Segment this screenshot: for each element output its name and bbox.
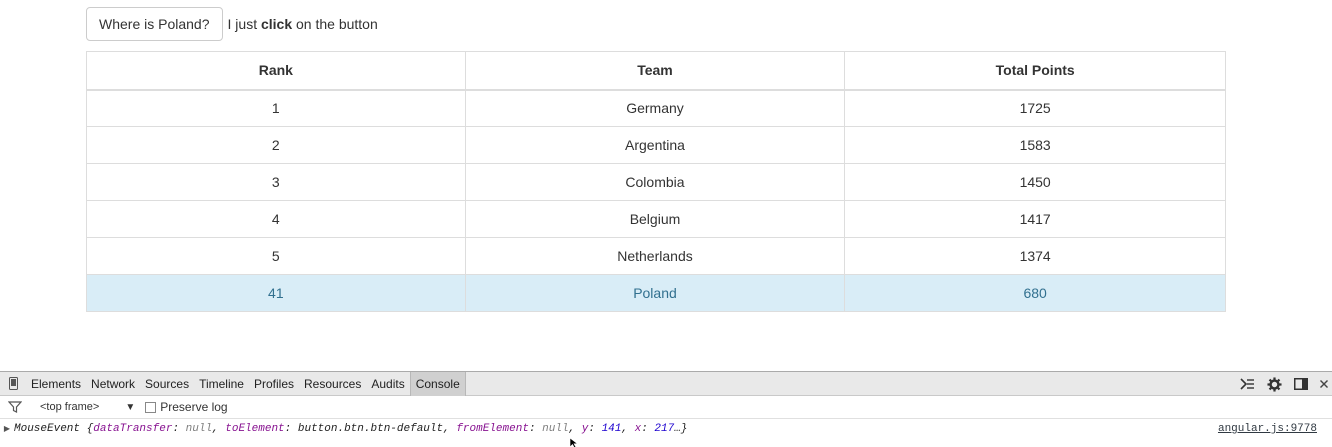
log-prefix: MouseEvent { xyxy=(14,423,94,435)
cell-team: Germany xyxy=(464,89,846,127)
dock-icon[interactable] xyxy=(1294,378,1308,390)
log-key: toElement xyxy=(225,423,285,435)
log-key: y xyxy=(581,423,589,435)
hint-text: I just click on the button xyxy=(228,16,378,32)
cell-points: 1374 xyxy=(844,237,1226,275)
console-filter-bar: <top frame> ▼ Preserve log xyxy=(0,396,1332,419)
page-top: Where is Poland? I just click on the but… xyxy=(86,7,378,41)
log-key: dataTransfer xyxy=(93,423,173,435)
cell-rank: 2 xyxy=(86,126,466,164)
devtools-toolbar: Elements Network Sources Timeline Profil… xyxy=(0,371,1332,396)
tab-profiles[interactable]: Profiles xyxy=(249,372,299,396)
table-row: 4 Belgium 1417 xyxy=(86,200,1226,238)
log-value: null xyxy=(542,423,569,435)
console-log-entry[interactable]: ▶ MouseEvent {dataTransfer: null, toElem… xyxy=(0,419,1332,439)
preserve-log-checkbox[interactable] xyxy=(145,401,157,413)
cell-points: 1450 xyxy=(844,163,1226,201)
table-row: 1 Germany 1725 xyxy=(86,89,1226,127)
close-icon[interactable] xyxy=(1320,380,1328,388)
frame-select[interactable]: <top frame> xyxy=(40,401,99,413)
tab-network[interactable]: Network xyxy=(86,372,140,396)
cell-rank: 1 xyxy=(86,89,466,127)
log-value: 141 xyxy=(601,423,622,435)
tab-resources[interactable]: Resources xyxy=(299,372,366,396)
hint-suffix: on the button xyxy=(296,16,378,32)
cell-rank: 5 xyxy=(86,237,466,275)
devtools-panel: Elements Network Sources Timeline Profil… xyxy=(0,371,1332,447)
devtools-right-controls xyxy=(1240,372,1328,396)
tab-timeline[interactable]: Timeline xyxy=(194,372,249,396)
cell-points: 1583 xyxy=(844,126,1226,164)
table-row: 2 Argentina 1583 xyxy=(86,126,1226,164)
cell-team: Argentina xyxy=(464,126,846,164)
cell-rank: 41 xyxy=(86,274,466,312)
header-rank: Rank xyxy=(86,51,466,91)
mouse-cursor-icon xyxy=(570,438,579,447)
log-suffix: …} xyxy=(674,423,688,435)
log-source-link[interactable]: angular.js:9778 xyxy=(1218,423,1317,435)
preserve-log-label: Preserve log xyxy=(160,400,228,414)
console-drawer-icon[interactable] xyxy=(1240,378,1255,390)
log-value: button.btn.btn-default xyxy=(297,423,444,435)
cell-points: 680 xyxy=(844,274,1226,312)
dropdown-arrow-icon[interactable]: ▼ xyxy=(125,402,135,413)
log-value: null xyxy=(185,423,213,435)
table-row: 3 Colombia 1450 xyxy=(86,163,1226,201)
cell-points: 1725 xyxy=(844,89,1226,127)
cell-team: Netherlands xyxy=(464,237,846,275)
log-message: MouseEvent {dataTransfer: null, toElemen… xyxy=(14,423,688,435)
cell-rank: 4 xyxy=(86,200,466,238)
device-mode-icon[interactable] xyxy=(0,372,26,396)
tab-console[interactable]: Console xyxy=(409,371,466,396)
where-is-poland-button[interactable]: Where is Poland? xyxy=(86,7,223,41)
filter-icon[interactable] xyxy=(0,401,30,413)
tab-sources[interactable]: Sources xyxy=(140,372,194,396)
cell-team: Poland xyxy=(464,274,846,312)
settings-gear-icon[interactable] xyxy=(1267,376,1282,392)
cell-rank: 3 xyxy=(86,163,466,201)
hint-prefix: I just xyxy=(227,16,258,32)
table-row-highlighted: 41 Poland 680 xyxy=(86,274,1226,312)
log-value: 217 xyxy=(654,423,675,435)
tab-elements[interactable]: Elements xyxy=(26,372,86,396)
log-key: fromElement xyxy=(456,423,529,435)
expand-triangle-icon[interactable]: ▶ xyxy=(0,424,14,434)
table-header-row: Rank Team Total Points xyxy=(86,51,1226,91)
log-key: x xyxy=(634,423,642,435)
cell-team: Belgium xyxy=(464,200,846,238)
tab-audits[interactable]: Audits xyxy=(366,372,409,396)
cell-points: 1417 xyxy=(844,200,1226,238)
ranking-table: Rank Team Total Points 1 Germany 1725 2 … xyxy=(86,51,1226,312)
header-total-points: Total Points xyxy=(844,51,1226,91)
table-row: 5 Netherlands 1374 xyxy=(86,237,1226,275)
cell-team: Colombia xyxy=(464,163,846,201)
hint-bold: click xyxy=(260,16,293,32)
header-team: Team xyxy=(464,51,846,91)
